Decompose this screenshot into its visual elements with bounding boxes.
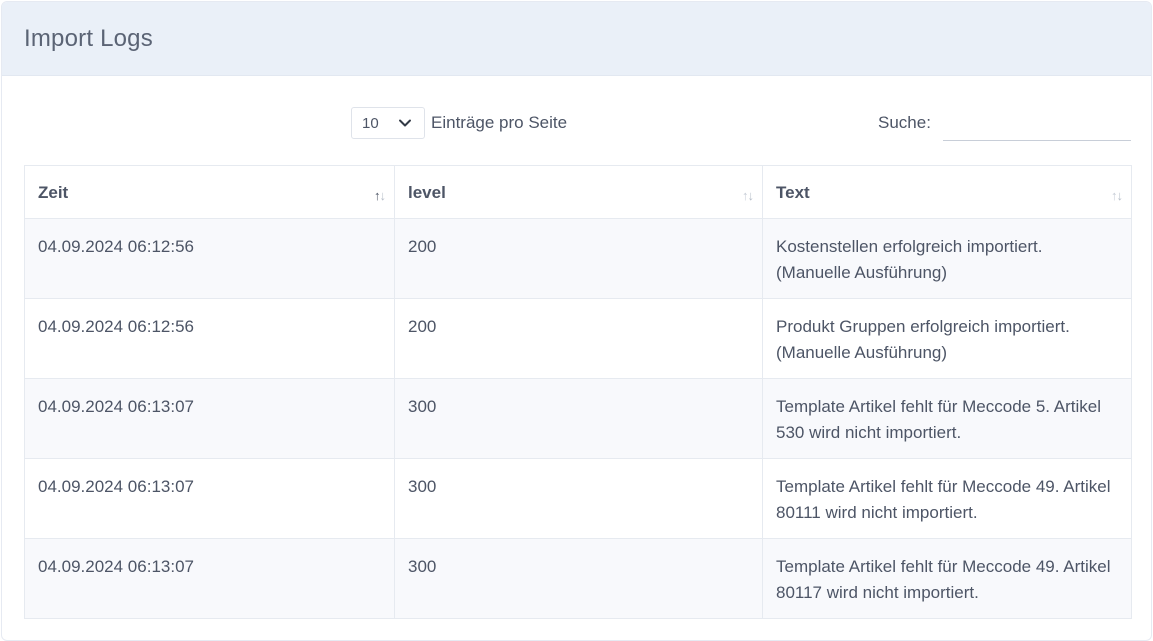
cell-text: Produkt Gruppen erfolgreich importiert. … <box>762 298 1132 379</box>
column-header-label: level <box>408 183 446 202</box>
search-label: Suche: <box>878 113 931 132</box>
cell-level: 300 <box>394 538 763 619</box>
column-header-text[interactable]: Text ↑↓ <box>762 165 1132 219</box>
table-row: 04.09.2024 06:13:07 300 Template Artikel… <box>24 538 1132 619</box>
cell-text: Template Artikel fehlt für Meccode 49. A… <box>762 458 1132 539</box>
search-area: Suche: <box>878 106 1131 141</box>
chevron-down-icon <box>399 119 411 127</box>
sort-arrows-icon: ↑↓ <box>1111 188 1123 203</box>
cell-level: 300 <box>394 378 763 459</box>
table-row: 04.09.2024 06:12:56 200 Kostenstellen er… <box>24 218 1132 299</box>
page-title: Import Logs <box>24 24 153 52</box>
entries-per-page-select[interactable]: 10 <box>351 107 425 139</box>
cell-zeit: 04.09.2024 06:12:56 <box>24 218 395 299</box>
logs-table-wrap: Zeit ↑↓ level ↑↓ Text ↑↓ 04.09.2024 06:1… <box>24 165 1132 619</box>
import-logs-card: Import Logs 10 Einträge pro Seite Suche: <box>1 1 1152 641</box>
cell-zeit: 04.09.2024 06:13:07 <box>24 378 395 459</box>
table-row: 04.09.2024 06:12:56 200 Produkt Gruppen … <box>24 298 1132 379</box>
cell-level: 200 <box>394 218 763 299</box>
table-toolbar: 10 Einträge pro Seite Suche: <box>2 106 1151 142</box>
table-header-row: Zeit ↑↓ level ↑↓ Text ↑↓ <box>24 165 1132 219</box>
column-header-label: Zeit <box>38 183 69 202</box>
cell-level: 200 <box>394 298 763 379</box>
cell-zeit: 04.09.2024 06:12:56 <box>24 298 395 379</box>
cell-level: 300 <box>394 458 763 539</box>
search-input[interactable] <box>942 111 1131 141</box>
cell-text: Template Artikel fehlt für Meccode 5. Ar… <box>762 378 1132 459</box>
entries-per-page-label: Einträge pro Seite <box>431 113 568 132</box>
table-row: 04.09.2024 06:13:07 300 Template Artikel… <box>24 458 1132 539</box>
sort-arrows-icon: ↑↓ <box>374 188 386 203</box>
sort-arrows-icon: ↑↓ <box>742 188 754 203</box>
column-header-level[interactable]: level ↑↓ <box>394 165 763 219</box>
column-header-label: Text <box>776 183 810 202</box>
cell-zeit: 04.09.2024 06:13:07 <box>24 458 395 539</box>
cell-text: Template Artikel fehlt für Meccode 49. A… <box>762 538 1132 619</box>
entries-per-page-value: 10 <box>362 114 379 132</box>
cell-zeit: 04.09.2024 06:13:07 <box>24 538 395 619</box>
table-row: 04.09.2024 06:13:07 300 Template Artikel… <box>24 378 1132 459</box>
column-header-zeit[interactable]: Zeit ↑↓ <box>24 165 395 219</box>
card-header: Import Logs <box>2 2 1151 76</box>
cell-text: Kostenstellen erfolgreich importiert. (M… <box>762 218 1132 299</box>
entries-per-page: 10 Einträge pro Seite <box>351 106 567 140</box>
logs-table: Zeit ↑↓ level ↑↓ Text ↑↓ 04.09.2024 06:1… <box>24 165 1132 619</box>
